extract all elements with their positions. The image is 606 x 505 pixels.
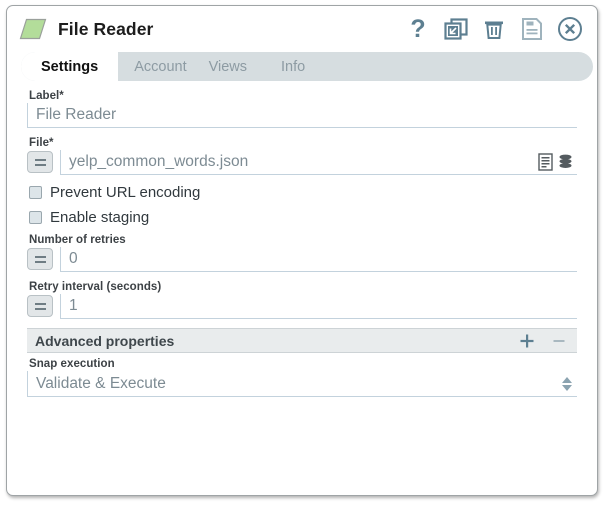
titlebar-actions: ? — [405, 16, 583, 42]
retries-input[interactable]: 0 — [60, 247, 577, 272]
advanced-properties-title: Advanced properties — [35, 332, 175, 349]
file-browse-icon[interactable] — [538, 153, 553, 171]
equals-icon — [34, 302, 46, 310]
equals-icon — [34, 158, 46, 166]
retry-interval-expression-toggle[interactable] — [27, 295, 53, 317]
snap-settings-dialog: File Reader ? Settings Account Views Inf… — [6, 5, 598, 496]
label-input[interactable]: File Reader — [27, 103, 577, 128]
checkbox-box — [29, 211, 42, 224]
snap-execution-label: Snap execution — [29, 358, 115, 370]
settings-form: Label* File Reader File* yelp_common_wor… — [7, 81, 597, 397]
file-input-value: yelp_common_words.json — [69, 153, 249, 170]
file-field-row: yelp_common_words.json — [27, 150, 577, 175]
remove-property-button[interactable] — [551, 333, 567, 349]
tab-account[interactable]: Account — [118, 52, 194, 81]
file-field-label: File* — [29, 137, 54, 149]
retries-expression-toggle[interactable] — [27, 248, 53, 270]
retry-interval-field-label: Retry interval (seconds) — [29, 281, 162, 293]
save-icon[interactable] — [519, 16, 545, 42]
checkbox-enable-staging[interactable]: Enable staging — [29, 209, 577, 226]
database-icon[interactable] — [558, 153, 573, 171]
retry-interval-input[interactable]: 1 — [60, 294, 577, 319]
advanced-properties-header: Advanced properties — [27, 328, 577, 353]
checkbox-group: Prevent URL encoding Enable staging — [27, 184, 577, 226]
spinner-arrows-icon[interactable] — [562, 376, 577, 391]
retries-field-label: Number of retries — [29, 234, 126, 246]
checkbox-label: Enable staging — [50, 209, 150, 226]
close-icon[interactable] — [557, 16, 583, 42]
retry-interval-input-value: 1 — [69, 297, 78, 314]
file-input[interactable]: yelp_common_words.json — [60, 150, 577, 175]
checkbox-box — [29, 186, 42, 199]
tabbar: Settings Account Views Info — [21, 52, 593, 81]
label-field-label: Label* — [29, 90, 64, 102]
file-expression-toggle[interactable] — [27, 151, 53, 173]
retries-field-row: 0 — [27, 247, 577, 272]
add-property-button[interactable] — [519, 333, 535, 349]
delete-icon[interactable] — [481, 16, 507, 42]
page-title: File Reader — [58, 18, 154, 39]
help-icon[interactable]: ? — [405, 16, 431, 42]
retries-input-value: 0 — [69, 250, 78, 267]
tabbar-container: Settings Account Views Info — [7, 52, 597, 81]
duplicate-icon[interactable] — [443, 16, 469, 42]
label-field-row: File Reader — [27, 103, 577, 128]
file-input-icons — [538, 153, 577, 171]
equals-icon — [34, 255, 46, 263]
label-input-value: File Reader — [36, 106, 117, 123]
checkbox-prevent-url-encoding[interactable]: Prevent URL encoding — [29, 184, 577, 201]
advanced-properties-actions — [519, 333, 567, 349]
tab-views[interactable]: Views — [195, 52, 257, 81]
tab-settings[interactable]: Settings — [21, 52, 119, 81]
snap-execution-value: Validate & Execute — [36, 374, 166, 392]
snap-parallelogram-icon — [19, 18, 47, 40]
tab-info[interactable]: Info — [257, 52, 315, 81]
checkbox-label: Prevent URL encoding — [50, 184, 201, 201]
retry-interval-field-row: 1 — [27, 294, 577, 319]
snap-execution-select[interactable]: Validate & Execute — [27, 371, 577, 397]
dialog-titlebar: File Reader ? — [7, 6, 597, 52]
